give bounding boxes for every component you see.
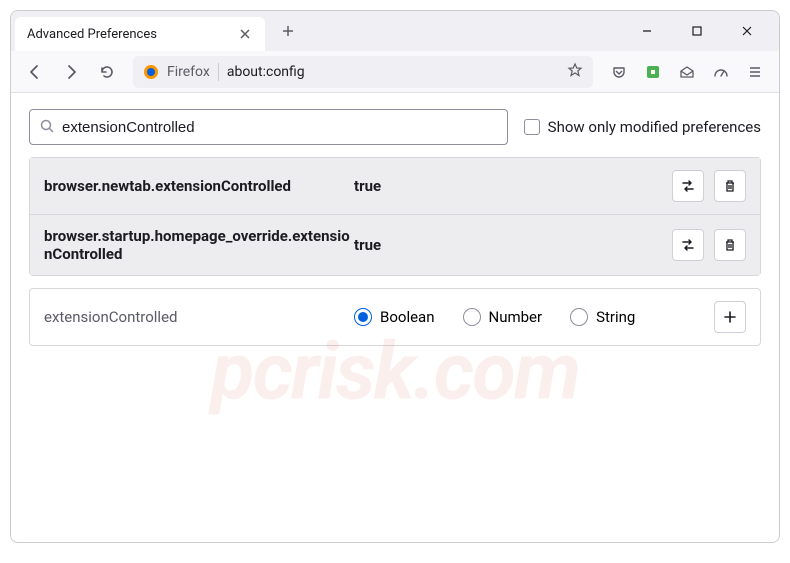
search-icon [40, 118, 54, 137]
add-button[interactable] [714, 301, 746, 333]
address-brand: Firefox [167, 64, 210, 80]
pref-actions [672, 229, 746, 261]
delete-button[interactable] [714, 170, 746, 202]
tab-advanced-preferences[interactable]: Advanced Preferences [15, 17, 265, 51]
address-bar[interactable]: Firefox about:config [133, 56, 593, 88]
modified-only-label: Show only modified preferences [548, 118, 761, 136]
menu-icon[interactable] [739, 56, 771, 88]
radio-string[interactable]: String [570, 308, 635, 326]
address-separator [218, 63, 219, 81]
reload-button[interactable] [91, 56, 123, 88]
search-input[interactable] [62, 119, 497, 136]
mail-icon[interactable] [671, 56, 703, 88]
maximize-button[interactable] [675, 15, 719, 47]
radio-icon [570, 308, 588, 326]
preference-list: browser.newtab.extensionControlled true … [29, 157, 761, 276]
new-pref-name: extensionControlled [44, 308, 354, 326]
pref-value: true [354, 236, 672, 254]
toolbar: Firefox about:config [11, 51, 779, 93]
type-options: Boolean Number String [354, 308, 714, 326]
extension-icon[interactable] [637, 56, 669, 88]
radio-icon [354, 308, 372, 326]
window-controls [625, 15, 775, 47]
tab-bar: Advanced Preferences [11, 11, 779, 51]
checkbox-icon [524, 119, 540, 135]
back-button[interactable] [19, 56, 51, 88]
search-box[interactable] [29, 109, 508, 145]
new-pref-row: extensionControlled Boolean Number Strin… [29, 288, 761, 346]
close-window-button[interactable] [725, 15, 769, 47]
search-row: Show only modified preferences [29, 109, 761, 145]
radio-boolean[interactable]: Boolean [354, 308, 435, 326]
minimize-button[interactable] [625, 15, 669, 47]
toolbar-right [603, 56, 771, 88]
pocket-icon[interactable] [603, 56, 635, 88]
toggle-button[interactable] [672, 170, 704, 202]
firefox-icon [143, 64, 159, 80]
radio-number[interactable]: Number [463, 308, 543, 326]
pref-name: browser.startup.homepage_override.extens… [44, 227, 354, 263]
content-area: Show only modified preferences browser.n… [11, 93, 779, 542]
toggle-button[interactable] [672, 229, 704, 261]
tab-title: Advanced Preferences [27, 27, 157, 42]
modified-only-checkbox[interactable]: Show only modified preferences [524, 118, 761, 136]
forward-button[interactable] [55, 56, 87, 88]
bookmark-star-icon[interactable] [567, 62, 583, 82]
pref-name: browser.newtab.extensionControlled [44, 177, 354, 195]
performance-icon[interactable] [705, 56, 737, 88]
new-tab-button[interactable] [273, 16, 303, 46]
radio-label-number: Number [489, 308, 543, 326]
pref-value: true [354, 177, 672, 195]
url-text: about:config [227, 64, 559, 80]
pref-row[interactable]: browser.newtab.extensionControlled true [30, 158, 760, 215]
radio-label-boolean: Boolean [380, 308, 435, 326]
close-tab-icon[interactable] [237, 26, 253, 42]
radio-icon [463, 308, 481, 326]
pref-actions [672, 170, 746, 202]
delete-button[interactable] [714, 229, 746, 261]
radio-label-string: String [596, 308, 635, 326]
pref-row[interactable]: browser.startup.homepage_override.extens… [30, 215, 760, 275]
